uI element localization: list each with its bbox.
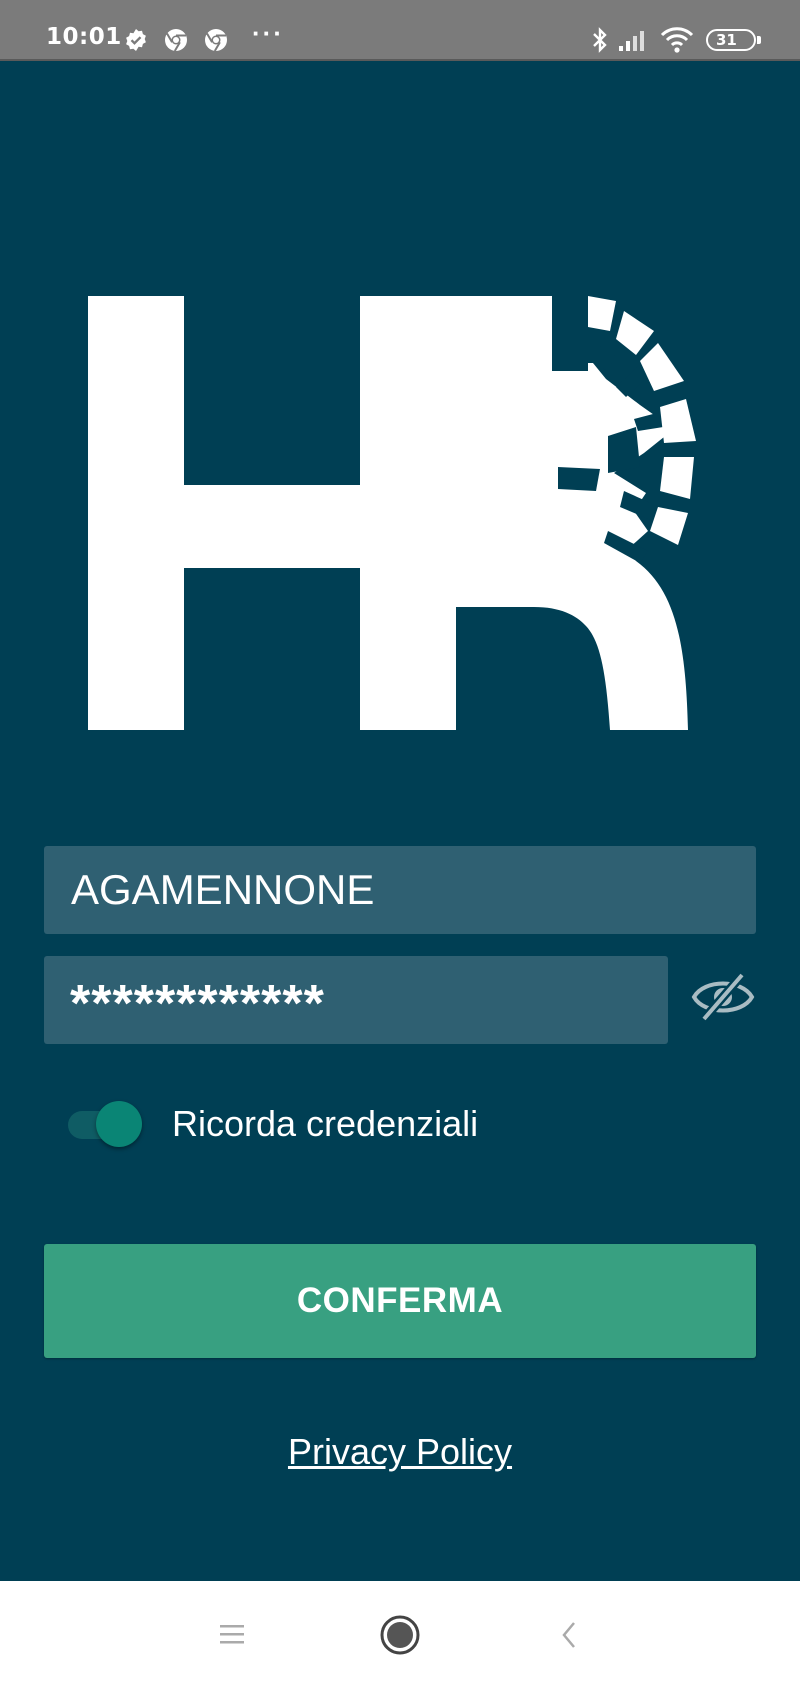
battery-icon: 31 — [706, 29, 761, 51]
signal-icon — [619, 31, 644, 51]
password-value: ************ — [70, 975, 325, 1033]
confirm-button[interactable]: CONFERMA — [44, 1244, 756, 1358]
battery-level: 31 — [716, 31, 737, 49]
status-bar: 10:01 ··· 31 — [0, 0, 800, 60]
back-icon[interactable] — [558, 1619, 580, 1651]
eye-slash-icon[interactable] — [690, 967, 756, 1027]
remember-credentials-label: Ricorda credenziali — [172, 1103, 479, 1144]
remember-toggle-knob[interactable] — [96, 1101, 142, 1147]
status-time: 10:01 — [46, 24, 122, 50]
navigation-bar — [0, 1581, 800, 1688]
hr-logo — [88, 296, 696, 730]
login-screen: AGAMENNONE ************ Ricorda credenzi… — [0, 61, 800, 1581]
password-field[interactable]: ************ — [44, 956, 668, 1044]
chrome-icon — [205, 29, 227, 52]
more-notifications-indicator: ··· — [252, 18, 284, 48]
bluetooth-icon — [593, 27, 607, 53]
home-icon[interactable] — [378, 1613, 422, 1657]
chrome-icon — [165, 29, 187, 52]
username-field[interactable]: AGAMENNONE — [44, 846, 756, 934]
wifi-icon — [660, 27, 694, 53]
menu-icon[interactable] — [218, 1623, 248, 1647]
verified-icon — [126, 29, 146, 51]
username-value: AGAMENNONE — [71, 866, 375, 913]
privacy-policy-link[interactable]: Privacy Policy — [0, 1431, 800, 1473]
remember-credentials-row[interactable]: Ricorda credenziali — [66, 1093, 566, 1153]
